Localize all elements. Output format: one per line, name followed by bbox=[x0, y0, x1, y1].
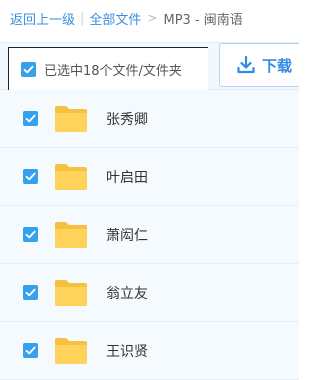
file-name: 翁立友 bbox=[106, 285, 148, 302]
checkmark-icon bbox=[25, 114, 36, 123]
list-item[interactable]: 萧闳仁 bbox=[0, 206, 299, 264]
list-item[interactable]: 张秀卿 bbox=[0, 90, 299, 148]
checkmark-icon bbox=[25, 230, 36, 239]
list-item[interactable]: 王识贤 bbox=[0, 322, 299, 380]
file-list: 张秀卿 叶启田 萧闳仁 翁立友 王识贤 bbox=[0, 90, 299, 380]
file-name: 王识贤 bbox=[106, 343, 148, 360]
list-item[interactable]: 叶启田 bbox=[0, 148, 299, 206]
row-checkbox[interactable] bbox=[23, 343, 38, 358]
select-all-checkbox[interactable] bbox=[21, 61, 36, 77]
selection-toolbar: 已选中18个文件/文件夹 下载 bbox=[0, 42, 299, 91]
folder-icon bbox=[55, 105, 87, 132]
row-checkbox[interactable] bbox=[23, 285, 38, 300]
folder-icon bbox=[55, 163, 87, 190]
checkmark-icon bbox=[25, 288, 36, 297]
breadcrumb: 返回上一级 | 全部文件 > MP3 - 闽南语 bbox=[0, 0, 299, 36]
selection-summary[interactable]: 已选中18个文件/文件夹 bbox=[8, 47, 208, 91]
file-name: 叶启田 bbox=[106, 169, 148, 186]
row-checkbox[interactable] bbox=[23, 111, 38, 126]
breadcrumb-separator: | bbox=[80, 10, 85, 26]
file-name: 萧闳仁 bbox=[106, 227, 148, 244]
download-label: 下载 bbox=[262, 56, 293, 75]
list-item[interactable]: 翁立友 bbox=[0, 264, 299, 322]
checkmark-icon bbox=[25, 172, 36, 181]
current-folder-name: MP3 - 闽南语 bbox=[163, 12, 243, 28]
folder-icon bbox=[55, 337, 87, 364]
row-checkbox[interactable] bbox=[23, 227, 38, 242]
back-link[interactable]: 返回上一级 bbox=[10, 9, 75, 28]
selection-count-text: 已选中18个文件/文件夹 bbox=[44, 63, 182, 79]
folder-icon bbox=[55, 221, 87, 248]
row-checkbox[interactable] bbox=[23, 169, 38, 184]
download-button[interactable]: 下载 bbox=[219, 43, 299, 87]
breadcrumb-arrow: > bbox=[147, 11, 158, 25]
folder-icon bbox=[55, 279, 87, 306]
checkmark-icon bbox=[23, 65, 34, 73]
checkmark-icon bbox=[25, 346, 36, 355]
download-icon bbox=[237, 55, 255, 74]
all-files-link[interactable]: 全部文件 bbox=[89, 9, 141, 28]
file-name: 张秀卿 bbox=[106, 111, 148, 128]
